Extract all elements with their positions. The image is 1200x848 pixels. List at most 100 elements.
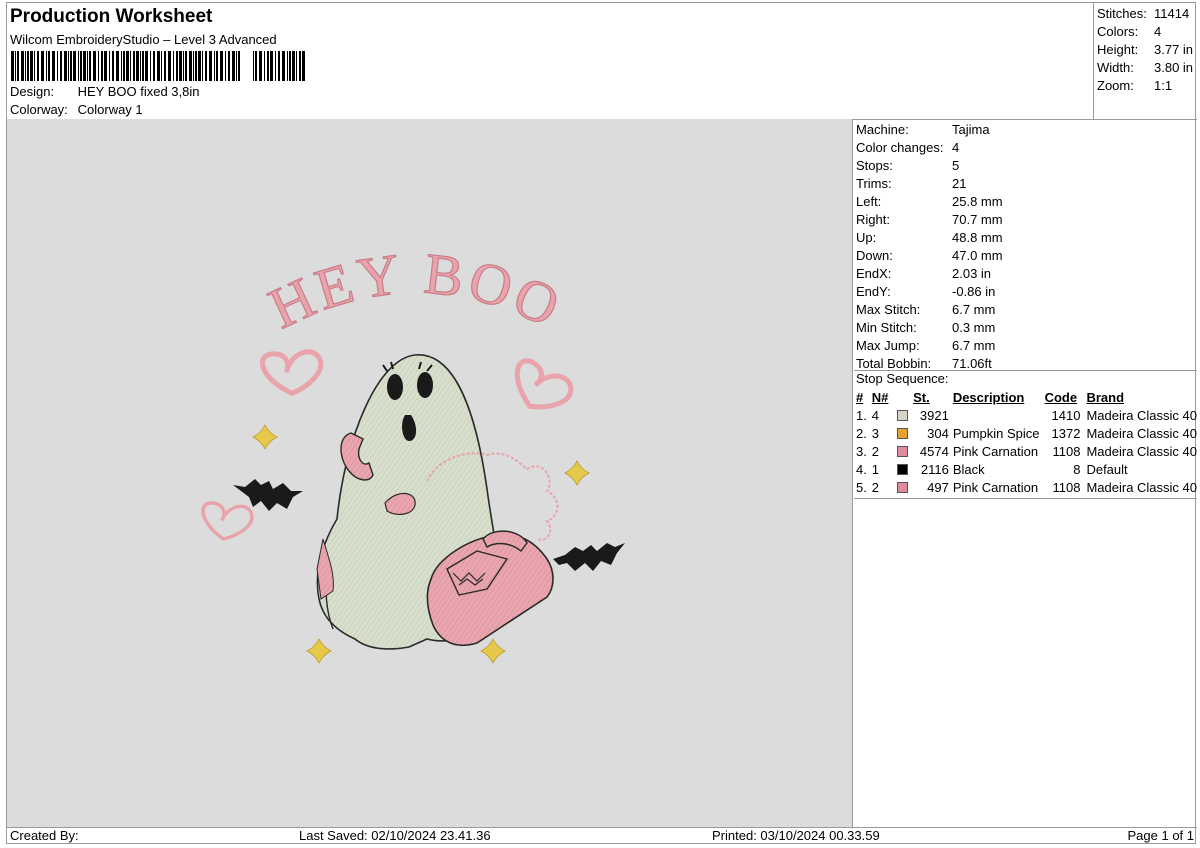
table-row: 2. 3 304 Pumpkin Spice 1372 Madeira Classic 4… (854, 425, 1197, 443)
column-header: St. (913, 390, 930, 405)
barcode-bar (259, 51, 262, 81)
needle-number: 2 (871, 480, 879, 495)
design-value: HEY BOO fixed 3,8in (77, 84, 200, 99)
barcode-bar (30, 51, 33, 81)
column-header: Brand (1086, 390, 1125, 405)
info-value: 2.03 in (952, 266, 992, 281)
barcode-bar (37, 51, 39, 81)
machine-info-row: EndY: -0.86 in (856, 283, 995, 301)
thread-description: Pink Carnation (952, 444, 1039, 459)
stitch-count: 304 (927, 426, 949, 441)
table-header-row: # N# St. Description Code Brand (854, 389, 1197, 407)
printed-date: Printed: 03/10/2024 00.33.59 (712, 828, 880, 843)
table-row: 5. 2 497 Pink Carnation 1108 Madeira Classic … (854, 479, 1197, 497)
barcode-bar (150, 51, 151, 81)
barcode-bar (216, 51, 218, 81)
machine-info-row: Up: 48.8 mm (856, 229, 1003, 247)
barcode-bar (21, 51, 24, 81)
barcode-bar (302, 51, 305, 81)
barcode-bar (270, 51, 273, 81)
divider (854, 498, 1197, 499)
row-index: 5. (856, 480, 867, 495)
barcode-bar (60, 51, 62, 81)
column-header: Description (952, 390, 1025, 405)
barcode-bar (64, 51, 67, 81)
thread-brand: Madeira Classic 40 (1086, 480, 1197, 495)
thread-brand: Default (1086, 462, 1128, 477)
barcode-bar (101, 51, 103, 81)
row-index: 4. (856, 462, 867, 477)
barcode-bar (142, 51, 144, 81)
stat-row: Colors: 4 (1097, 23, 1197, 41)
info-label: Min Stitch: (856, 320, 917, 335)
barcode-bar (93, 51, 96, 81)
barcode-bar (68, 51, 69, 81)
info-value: 0.3 mm (952, 320, 996, 335)
info-value: 48.8 mm (952, 230, 1003, 245)
barcode-bar (130, 51, 131, 81)
machine-info-row: Stops: 5 (856, 157, 959, 175)
info-value: 5 (952, 158, 960, 173)
needle-number: 4 (871, 408, 879, 423)
barcode-bar (112, 51, 114, 81)
info-label: Up: (856, 230, 877, 245)
info-label: EndY: (856, 284, 891, 299)
barcode-bar (198, 51, 201, 81)
barcode-bar (48, 51, 50, 81)
barcode-bar (11, 51, 14, 81)
barcode-bar (27, 51, 29, 81)
thread-code: 1108 (1052, 444, 1081, 459)
stat-row: Width: 3.80 in (1097, 59, 1197, 77)
stat-label: Colors: (1097, 24, 1139, 39)
worksheet-footer: Created By: Last Saved: 02/10/2024 23.41… (7, 827, 1197, 845)
info-value: 47.0 mm (952, 248, 1003, 263)
thread-code: 1410 (1051, 408, 1081, 423)
bat-icon (553, 543, 625, 571)
barcode-bar (109, 51, 110, 81)
barcode-bar (289, 51, 291, 81)
barcode-bar (87, 51, 88, 81)
barcode-bar (121, 51, 122, 81)
color-swatch-cell (897, 425, 913, 443)
barcode-bar (193, 51, 194, 81)
barcode-bar (126, 51, 129, 81)
info-label: Down: (856, 248, 893, 263)
barcode-bar (282, 51, 285, 81)
worksheet-header: Production Worksheet Wilcom EmbroiderySt… (7, 3, 1093, 119)
barcode-bar (46, 51, 47, 81)
thread-brand: Madeira Classic 40 (1086, 444, 1197, 459)
barcode-bar (153, 51, 155, 81)
design-stats: Stitches: 11414 Colors: 4 Height: 3.77 in W… (1093, 3, 1197, 119)
stop-sequence-table: # N# St. Description Code Brand 1. 4 3921 1… (854, 389, 1197, 497)
barcode-bar (164, 51, 166, 81)
machine-info-row: Machine: Tajima (856, 121, 990, 139)
thread-description: Pumpkin Spice (952, 426, 1040, 441)
barcode-bar (80, 51, 82, 81)
column-header-spacer (897, 389, 913, 407)
barcode-bar (214, 51, 215, 81)
color-swatch-cell (897, 479, 913, 497)
barcode-bar (123, 51, 125, 81)
barcode-bar (78, 51, 79, 81)
barcode-bar (202, 51, 203, 81)
needle-number: 1 (871, 462, 879, 477)
barcode-bar (255, 51, 257, 81)
info-label: Left: (856, 194, 882, 209)
stitch-count: 4574 (919, 444, 949, 459)
design-preview: HEY BOO (7, 119, 853, 827)
barcode-bar (179, 51, 182, 81)
colorway-value: Colorway 1 (77, 102, 143, 117)
machine-info-row: Min Stitch: 0.3 mm (856, 319, 995, 337)
stat-label: Height: (1097, 42, 1139, 57)
stat-value: 4 (1154, 24, 1162, 39)
barcode-bar (232, 51, 235, 81)
barcode-bar (189, 51, 192, 81)
barcode-bar (104, 51, 107, 81)
info-label: Right: (856, 212, 890, 227)
stat-row: Height: 3.77 in (1097, 41, 1197, 59)
heart-icon (201, 501, 254, 541)
barcode-bar (17, 51, 19, 81)
barcode-bar (205, 51, 207, 81)
info-label: EndX: (856, 266, 892, 281)
stat-value: 1:1 (1154, 78, 1173, 93)
